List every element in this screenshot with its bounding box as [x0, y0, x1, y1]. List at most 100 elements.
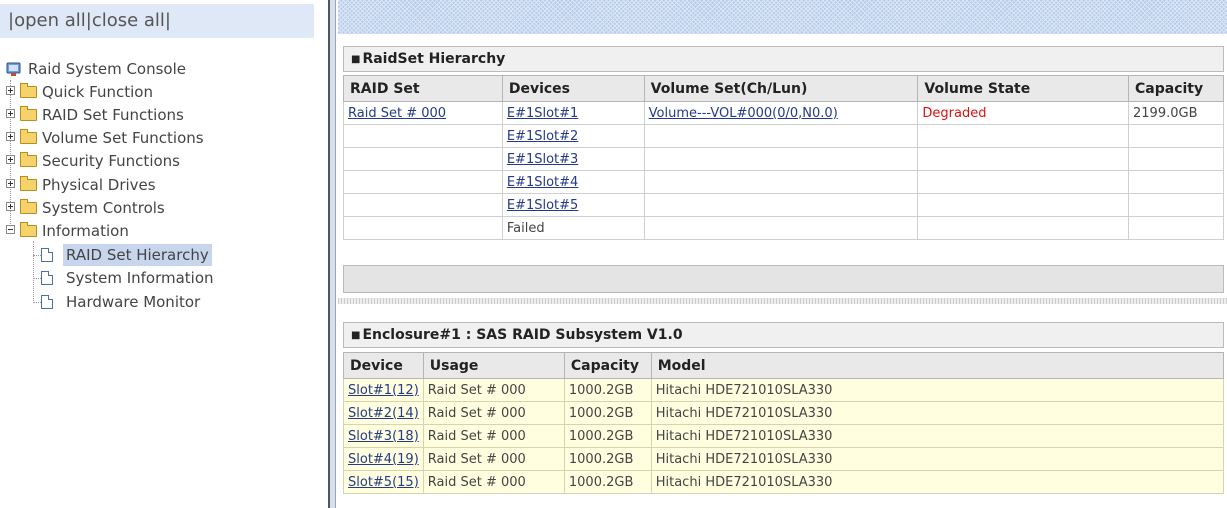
- enclosure-section-title: ■ Enclosure#1 : SAS RAID Subsystem V1.0: [343, 322, 1224, 348]
- table-row: Slot#1(12) Raid Set # 000 1000.2GB Hitac…: [343, 378, 1225, 402]
- raidset-title-text: RaidSet Hierarchy: [362, 51, 506, 67]
- volume-state-cell: [917, 170, 1130, 194]
- volume-set-cell: [643, 170, 919, 194]
- capacity-cell: [1128, 124, 1224, 148]
- raid-set-cell: [343, 193, 503, 217]
- table-row: E#1Slot#2: [343, 124, 1224, 148]
- enclosure-title-text: Enclosure#1 : SAS RAID Subsystem V1.0: [362, 327, 683, 343]
- raid-set-link[interactable]: Raid Set # 000: [348, 106, 446, 121]
- enclosure-table: Device Usage Capacity Model Slot#1(12) R…: [343, 352, 1225, 494]
- folder-icon: [20, 176, 37, 191]
- collapse-icon[interactable]: [6, 225, 15, 234]
- capacity-cell: [1128, 147, 1224, 171]
- open-all-link[interactable]: |open all: [8, 10, 86, 31]
- expand-collapse-bar: |open all|close all|: [0, 4, 314, 38]
- device-link[interactable]: E#1Slot#4: [507, 175, 578, 190]
- document-icon: [41, 248, 53, 262]
- col-header-volume-set: Volume Set(Ch/Lun): [643, 75, 919, 102]
- table-row: Slot#2(14) Raid Set # 000 1000.2GB Hitac…: [343, 401, 1225, 425]
- usage-cell: Raid Set # 000: [422, 401, 565, 425]
- usage-cell: Raid Set # 000: [422, 424, 565, 448]
- model-cell: Hitachi HDE721010SLA330: [650, 447, 1225, 471]
- table-row: Slot#4(19) Raid Set # 000 1000.2GB Hitac…: [343, 447, 1225, 471]
- raid-set-cell: [343, 216, 503, 240]
- capacity-cell: 1000.2GB: [563, 401, 652, 425]
- raid-set-cell: [343, 124, 503, 148]
- volume-state-cell: [917, 216, 1130, 240]
- folder-icon: [20, 152, 37, 167]
- table-header-row: Device Usage Capacity Model: [343, 352, 1225, 379]
- usage-cell: Raid Set # 000: [422, 447, 565, 471]
- tree-item-label: System Information: [66, 269, 214, 287]
- bullet-icon: ■: [351, 54, 361, 65]
- col-header-capacity: Capacity: [563, 352, 652, 379]
- document-icon: [41, 295, 53, 309]
- model-cell: Hitachi HDE721010SLA330: [650, 470, 1225, 494]
- col-header-usage: Usage: [422, 352, 565, 379]
- capacity-cell: [1128, 170, 1224, 194]
- document-icon: [41, 271, 53, 285]
- capacity-cell: 1000.2GB: [563, 424, 652, 448]
- device-link[interactable]: E#1Slot#2: [507, 129, 578, 144]
- table-row: E#1Slot#4: [343, 170, 1224, 194]
- device-status-cell: Failed: [501, 216, 645, 240]
- table-row: Raid Set # 000 E#1Slot#1 Volume---VOL#00…: [343, 101, 1224, 125]
- capacity-cell: 1000.2GB: [563, 470, 652, 494]
- expand-icon[interactable]: [6, 86, 15, 95]
- table-row: Failed: [343, 216, 1224, 240]
- volume-state-cell: [917, 193, 1130, 217]
- device-link[interactable]: E#1Slot#1: [507, 106, 578, 121]
- slot-link[interactable]: Slot#2(14): [348, 406, 419, 421]
- expand-icon[interactable]: [6, 155, 15, 164]
- volume-state-cell: [917, 124, 1130, 148]
- tree-folder-label: Physical Drives: [42, 176, 156, 194]
- raid-set-cell: [343, 170, 503, 194]
- slot-link[interactable]: Slot#1(12): [348, 383, 419, 398]
- col-header-volume-state: Volume State: [917, 75, 1130, 102]
- raidset-table: RAID Set Devices Volume Set(Ch/Lun) Volu…: [343, 75, 1224, 240]
- slot-link[interactable]: Slot#3(18): [348, 429, 419, 444]
- folder-open-icon: [20, 222, 37, 237]
- console-icon: [6, 62, 21, 76]
- device-link[interactable]: E#1Slot#5: [507, 198, 578, 213]
- table-row: Slot#3(18) Raid Set # 000 1000.2GB Hitac…: [343, 424, 1225, 448]
- volume-set-cell: [643, 193, 919, 217]
- folder-icon: [20, 129, 37, 144]
- slot-link[interactable]: Slot#4(19): [348, 452, 419, 467]
- content-area: ■ RaidSet Hierarchy RAID Set Devices Volu…: [338, 0, 1227, 508]
- folder-icon: [20, 199, 37, 214]
- capacity-cell: [1128, 216, 1224, 240]
- header-strip: [338, 0, 1227, 34]
- volume-state-cell: Degraded: [917, 101, 1130, 125]
- col-header-model: Model: [650, 352, 1225, 379]
- panel-splitter[interactable]: [328, 0, 336, 508]
- tree-folder-label: System Controls: [42, 199, 165, 217]
- slot-link[interactable]: Slot#5(15): [348, 475, 419, 490]
- close-all-link[interactable]: |close all|: [86, 10, 171, 31]
- tree-folder-label: Security Functions: [42, 152, 180, 170]
- expand-icon[interactable]: [6, 132, 15, 141]
- volume-set-link[interactable]: Volume---VOL#000(0/0,N0.0): [649, 106, 838, 121]
- model-cell: Hitachi HDE721010SLA330: [650, 401, 1225, 425]
- model-cell: Hitachi HDE721010SLA330: [650, 378, 1225, 402]
- tree-folder-label: RAID Set Functions: [42, 106, 184, 124]
- device-link[interactable]: E#1Slot#3: [507, 152, 578, 167]
- tree-folder-label: Information: [42, 222, 129, 240]
- tree-root-label: Raid System Console: [28, 60, 186, 78]
- bullet-icon: ■: [351, 330, 361, 341]
- table-row: E#1Slot#5: [343, 193, 1224, 217]
- tree-item-label: Hardware Monitor: [66, 293, 201, 311]
- expand-icon[interactable]: [6, 179, 15, 188]
- expand-icon[interactable]: [6, 109, 15, 118]
- section-divider: [338, 298, 1227, 304]
- volume-state-cell: [917, 147, 1130, 171]
- raid-set-cell: [343, 147, 503, 171]
- tree-folder-label: Volume Set Functions: [42, 129, 204, 147]
- col-header-devices: Devices: [501, 75, 645, 102]
- table-row: E#1Slot#3: [343, 147, 1224, 171]
- expand-icon[interactable]: [6, 202, 15, 211]
- tree-item-label: RAID Set Hierarchy: [63, 244, 212, 266]
- volume-set-cell: [643, 147, 919, 171]
- capacity-cell: 1000.2GB: [563, 378, 652, 402]
- tree-panel: |open all|close all| Raid System Console…: [0, 0, 326, 508]
